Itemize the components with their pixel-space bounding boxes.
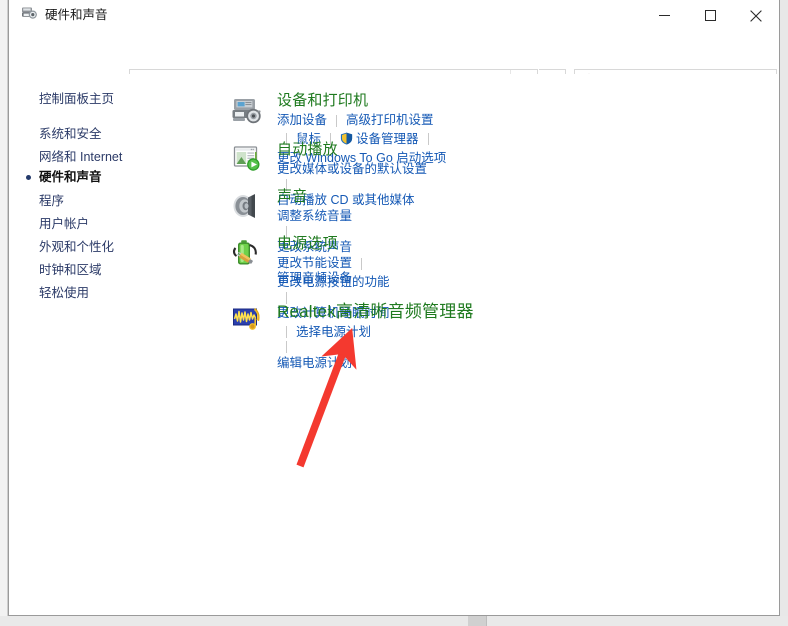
close-button[interactable]: [733, 0, 779, 31]
title-bar-left: 硬件和声音: [21, 0, 108, 31]
title-bar: 硬件和声音: [9, 0, 779, 31]
link-separator: [286, 326, 287, 338]
devices-and-printers-icon: [231, 94, 263, 126]
sidebar-current-bullet: [26, 175, 31, 180]
section-title[interactable]: 设备和打印机: [277, 92, 446, 109]
section-title[interactable]: 电源选项: [277, 235, 390, 252]
sidebar-item-programs[interactable]: 程序: [39, 195, 64, 208]
hardware-and-sound-icon: [21, 5, 38, 26]
sidebar-item-home[interactable]: 控制面板主页: [39, 93, 114, 106]
link-separator: [336, 115, 337, 127]
link-separator: [428, 133, 429, 145]
section-links-row2: 编辑电源计划: [277, 354, 390, 373]
link-separator: [361, 258, 362, 270]
caption-buttons: [641, 0, 779, 31]
control-panel-window: 硬件和声音: [8, 0, 780, 616]
realtek-audio-manager-icon: [231, 302, 263, 334]
section-body: Realtek高清晰音频管理器: [277, 302, 474, 322]
autoplay-icon: [231, 143, 263, 175]
main-panel: 设备和打印机 添加设备 高级打印机设置 鼠标 设备管理器 更改 Windows …: [222, 74, 779, 615]
sidebar-item-user-accounts[interactable]: 用户帐户: [39, 218, 89, 231]
section-title[interactable]: 自动播放: [277, 141, 427, 158]
screen: 硬件和声音: [0, 0, 788, 626]
sound-speaker-icon: [231, 190, 263, 222]
link-change-power-saving-settings[interactable]: 更改节能设置: [277, 254, 352, 273]
content-area: 控制面板主页 系统和安全 网络和 Internet 硬件和声音 程序 用户帐户 …: [9, 74, 779, 615]
sidebar-item-hardware-and-sound[interactable]: 硬件和声音: [39, 171, 102, 184]
sidebar-item-network-and-internet[interactable]: 网络和 Internet: [39, 151, 122, 164]
link-change-default-settings[interactable]: 更改媒体或设备的默认设置: [277, 160, 427, 179]
sidebar: 控制面板主页 系统和安全 网络和 Internet 硬件和声音 程序 用户帐户 …: [9, 74, 222, 615]
section-title[interactable]: Realtek高清晰音频管理器: [277, 302, 474, 322]
minimize-button[interactable]: [641, 0, 687, 31]
sidebar-item-appearance[interactable]: 外观和个性化: [39, 241, 114, 254]
taskbar-divider: [486, 616, 487, 626]
sidebar-item-system-and-security[interactable]: 系统和安全: [39, 128, 102, 141]
address-toolbar: 控制面板 硬件和声音: [9, 31, 779, 74]
link-adjust-system-volume[interactable]: 调整系统音量: [277, 207, 352, 226]
link-add-device[interactable]: 添加设备: [277, 111, 327, 130]
desktop-left-strip: [0, 0, 8, 616]
link-choose-power-plan[interactable]: 选择电源计划: [296, 323, 371, 342]
sidebar-item-clock-and-region[interactable]: 时钟和区域: [39, 264, 102, 277]
link-separator: [286, 341, 287, 353]
link-change-power-button-behavior[interactable]: 更改电源按钮的功能: [277, 273, 390, 292]
maximize-button[interactable]: [687, 0, 733, 31]
link-edit-power-plan[interactable]: 编辑电源计划: [277, 354, 352, 373]
desktop-bottom-strip: [0, 616, 788, 626]
power-options-battery-icon: [231, 237, 263, 269]
section-title[interactable]: 声音: [277, 188, 352, 205]
link-advanced-printer-setup[interactable]: 高级打印机设置: [346, 111, 434, 130]
taskbar-nub: [468, 616, 486, 626]
sidebar-item-ease-of-access[interactable]: 轻松使用: [39, 287, 89, 300]
window-title: 硬件和声音: [45, 9, 108, 22]
